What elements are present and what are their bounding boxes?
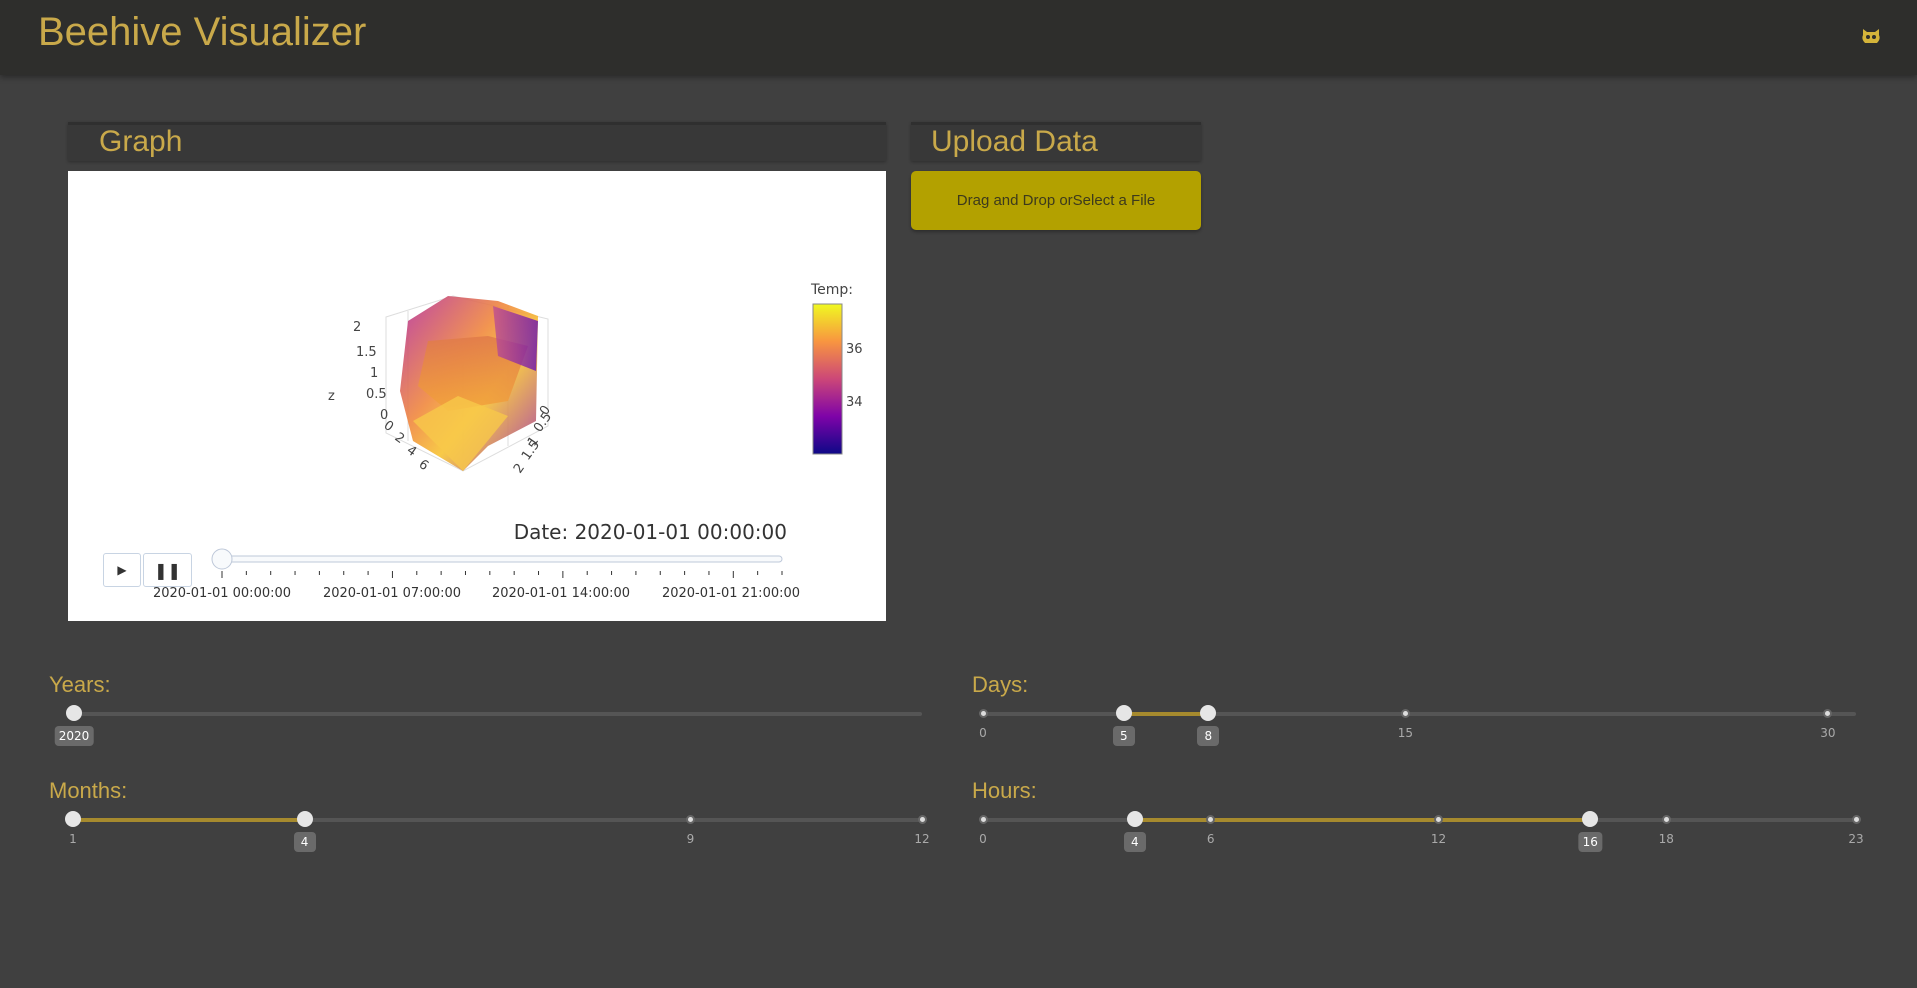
hours-range-slider[interactable]: 0 6 12 18 23 4 16 <box>978 811 1864 852</box>
days-slider-handle[interactable] <box>1115 705 1132 721</box>
hours-mark-label: 0 <box>979 832 987 846</box>
months-slider-handle[interactable] <box>65 811 81 827</box>
animation-tick-label: 2020-01-01 00:00:00 <box>152 586 292 601</box>
years-value-tooltip: 2020 <box>54 726 94 746</box>
z-axis-title: z <box>328 389 335 404</box>
svg-text:1.5: 1.5 <box>356 345 377 360</box>
months-mark-dot <box>685 815 695 824</box>
days-mark-label: 0 <box>979 726 987 740</box>
hours-mark-dot <box>1433 815 1443 824</box>
hours-mark-dot <box>1851 815 1861 824</box>
months-label: Months: <box>49 778 128 803</box>
days-mark-dot <box>978 709 988 718</box>
hours-mark-label: 23 <box>1848 832 1864 846</box>
play-icon: ▶ <box>117 563 127 577</box>
graph-plot[interactable]: 2 1.5 1 0.5 0 z 0 2 4 6 0 0.5 1 1.5 2 Te… <box>68 171 886 621</box>
graph-card-header: Graph <box>68 122 886 161</box>
pause-button[interactable]: ❚❚ <box>143 553 192 587</box>
play-button[interactable]: ▶ <box>103 553 141 587</box>
colorbar-title: Temp: <box>810 282 853 298</box>
upload-title: Upload Data <box>931 125 1098 158</box>
months-mark-label: 9 <box>686 832 695 846</box>
date-label: Date: 2020-01-01 00:00:00 <box>514 520 787 544</box>
hours-value-tooltip: 16 <box>1578 832 1602 852</box>
days-mark-dot <box>1400 709 1410 718</box>
svg-text:0.5: 0.5 <box>366 387 387 402</box>
years-slider[interactable]: 2020 <box>54 705 922 746</box>
svg-text:2: 2 <box>353 320 361 335</box>
days-range-slider[interactable]: 0 15 30 5 8 <box>978 705 1856 746</box>
hours-range-fill <box>1134 818 1591 822</box>
animation-slider-ticks <box>221 571 783 578</box>
months-mark-dot <box>917 815 927 824</box>
months-range-fill <box>73 818 305 822</box>
z-axis-ticks: 2 1.5 1 0.5 0 z <box>328 320 388 423</box>
hours-slider-handle[interactable] <box>1126 811 1143 827</box>
days-range-fill <box>1123 712 1209 716</box>
animation-slider-track[interactable] <box>221 555 783 563</box>
graph-title: Graph <box>99 125 183 158</box>
svg-text:2: 2 <box>511 461 528 476</box>
months-mark-label: 1 <box>69 832 77 846</box>
years-slider-handle[interactable] <box>66 705 82 721</box>
hours-slider-handle[interactable] <box>1582 811 1599 827</box>
pause-icon: ❚❚ <box>154 560 181 580</box>
days-label: Days: <box>972 672 1029 697</box>
svg-text:1: 1 <box>370 366 378 381</box>
svg-text:6: 6 <box>416 457 431 474</box>
svg-text:2: 2 <box>392 430 407 447</box>
days-value-tooltip: 5 <box>1112 726 1135 746</box>
months-range-slider[interactable]: 1 9 12 4 <box>65 811 930 852</box>
app-header: Beehive Visualizer <box>0 0 1917 75</box>
colorbar-tick: 34 <box>846 395 863 410</box>
days-slider-handle[interactable] <box>1200 705 1217 721</box>
years-label: Years: <box>49 672 111 697</box>
hours-mark-label: 12 <box>1430 832 1447 846</box>
days-mark-label: 30 <box>1820 726 1836 740</box>
hours-mark-label: 6 <box>1206 832 1215 846</box>
colorbar <box>812 303 843 455</box>
colorbar-tick: 36 <box>846 342 863 357</box>
hours-mark-dot <box>1206 815 1216 824</box>
animation-tick-label: 2020-01-01 07:00:00 <box>322 586 462 601</box>
days-value-tooltip: 8 <box>1197 726 1220 746</box>
months-value-tooltip: 4 <box>293 832 316 852</box>
hours-label: Hours: <box>972 778 1037 803</box>
file-upload-dropzone[interactable]: Drag and Drop orSelect a File <box>911 171 1201 230</box>
months-mark-label: 12 <box>914 832 930 846</box>
github-icon[interactable] <box>1860 25 1882 47</box>
days-mark-label: 15 <box>1397 726 1414 740</box>
hours-mark-dot <box>978 815 988 824</box>
upload-card-header: Upload Data <box>911 122 1201 161</box>
app-title: Beehive Visualizer <box>38 10 367 54</box>
animation-tick-label: 2020-01-01 14:00:00 <box>491 586 631 601</box>
months-slider-handle[interactable] <box>296 811 313 827</box>
hours-value-tooltip: 4 <box>1123 832 1146 852</box>
hours-mark-label: 18 <box>1658 832 1674 846</box>
svg-text:4: 4 <box>404 443 419 460</box>
days-mark-dot <box>1823 709 1833 718</box>
hours-mark-dot <box>1661 815 1671 824</box>
animation-tick-label: 2020-01-01 21:00:00 <box>661 586 801 601</box>
animation-slider-handle[interactable] <box>211 548 233 570</box>
